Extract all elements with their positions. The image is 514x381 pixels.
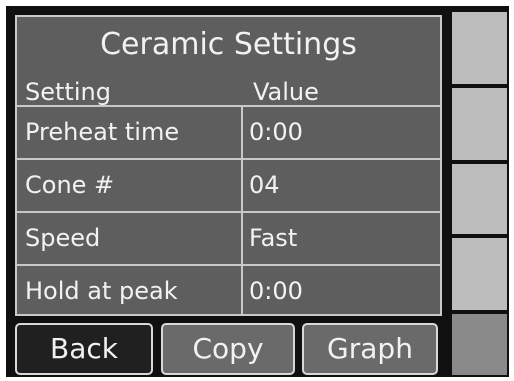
- column-divider: [241, 105, 243, 316]
- setting-name: Preheat time: [25, 118, 180, 146]
- setting-value[interactable]: 0:00: [249, 107, 429, 158]
- column-header-setting: Setting: [25, 78, 111, 106]
- setting-row-speed[interactable]: Speed Fast: [17, 211, 440, 264]
- setting-row-preheat-time[interactable]: Preheat time 0:00: [17, 105, 440, 158]
- side-panel-box: [452, 164, 507, 234]
- setting-name: Hold at peak: [25, 277, 178, 305]
- setting-row-cone[interactable]: Cone # 04: [17, 158, 440, 211]
- setting-value[interactable]: 04: [249, 160, 429, 211]
- back-button[interactable]: Back: [15, 323, 153, 375]
- side-panel-box: [452, 314, 507, 375]
- panel-title: Ceramic Settings: [100, 27, 357, 62]
- copy-button[interactable]: Copy: [161, 323, 295, 375]
- setting-value[interactable]: 0:00: [249, 266, 429, 317]
- setting-name: Cone #: [25, 171, 115, 199]
- settings-table: Preheat time 0:00 Cone # 04 Speed Fast H…: [17, 105, 440, 317]
- column-header-value: Value: [253, 78, 319, 106]
- side-panel-box: [452, 238, 507, 310]
- setting-row-hold-at-peak[interactable]: Hold at peak 0:00: [17, 264, 440, 317]
- settings-panel: Ceramic Settings Setting Value Preheat t…: [15, 15, 442, 316]
- side-panel-box: [452, 88, 507, 160]
- side-panel-box: [452, 12, 507, 84]
- setting-name: Speed: [25, 224, 101, 252]
- setting-value[interactable]: Fast: [249, 213, 429, 264]
- graph-button[interactable]: Graph: [302, 323, 438, 375]
